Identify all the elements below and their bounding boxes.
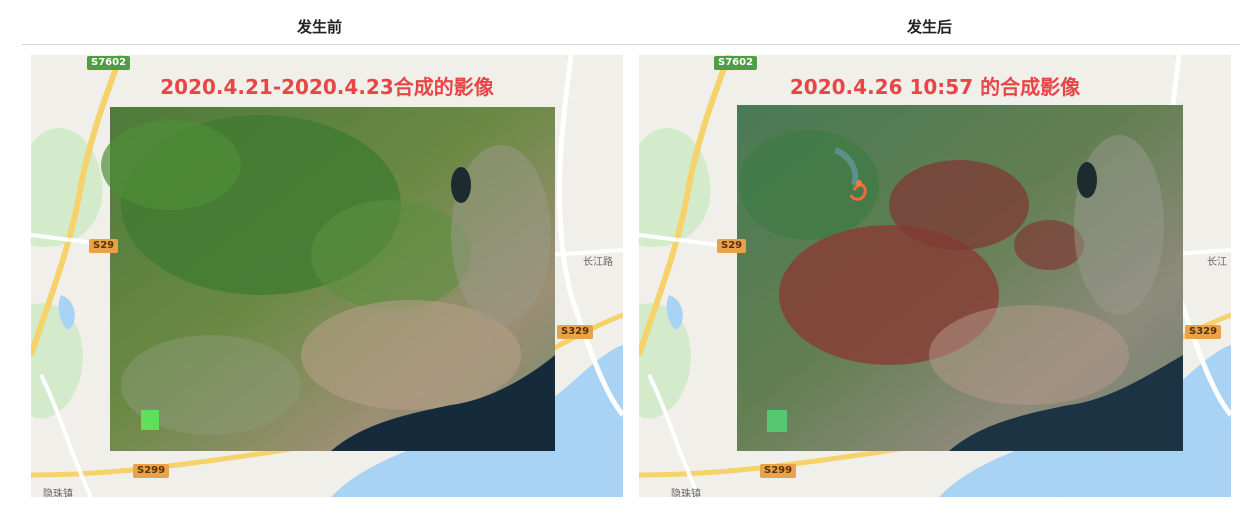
urban-area	[1074, 135, 1164, 315]
road-shield-s29: S29	[717, 239, 747, 253]
before-header: 发生前	[297, 18, 343, 36]
after-image-title: 2020.4.26 10:57 的合成影像	[789, 75, 1081, 99]
after-header: 发生后	[907, 18, 953, 36]
urban-area	[929, 305, 1129, 405]
road-shield-s7602: S7602	[87, 56, 131, 70]
before-map	[31, 55, 623, 497]
place-label-yinzhu: 隐珠镇	[671, 489, 701, 497]
road-shield-s29: S29	[89, 239, 119, 253]
road-shield-s299: S299	[760, 464, 797, 478]
after-map-panel[interactable]: 2020.4.26 10:57 的合成影像 S7602 S29 S329 S29…	[639, 55, 1231, 497]
before-image-title: 2020.4.21-2020.4.23合成的影像	[160, 75, 494, 99]
road-shield-s299: S299	[133, 464, 170, 478]
burn-scar	[889, 160, 1029, 250]
reservoir	[451, 167, 471, 203]
reservoir	[1077, 162, 1097, 198]
burn-scar	[1014, 220, 1084, 270]
road-shield-s329: S329	[557, 325, 594, 339]
forest-area	[101, 120, 241, 210]
place-label-yinzhu: 隐珠镇	[43, 489, 73, 497]
green-field	[767, 410, 787, 432]
road-shield-s329: S329	[1185, 325, 1222, 339]
header-divider	[22, 44, 1240, 45]
before-map-panel[interactable]: 2020.4.21-2020.4.23合成的影像 S7602 S29 S329 …	[31, 55, 623, 497]
road-shield-s7602: S7602	[714, 56, 758, 70]
header: 发生前 发生后	[0, 0, 1257, 44]
road-label-changjiang: 长江	[1207, 257, 1227, 268]
road-label-changjiang: 长江路	[583, 257, 613, 268]
green-field	[141, 410, 159, 430]
after-map	[639, 55, 1231, 497]
forest-area	[311, 200, 471, 310]
